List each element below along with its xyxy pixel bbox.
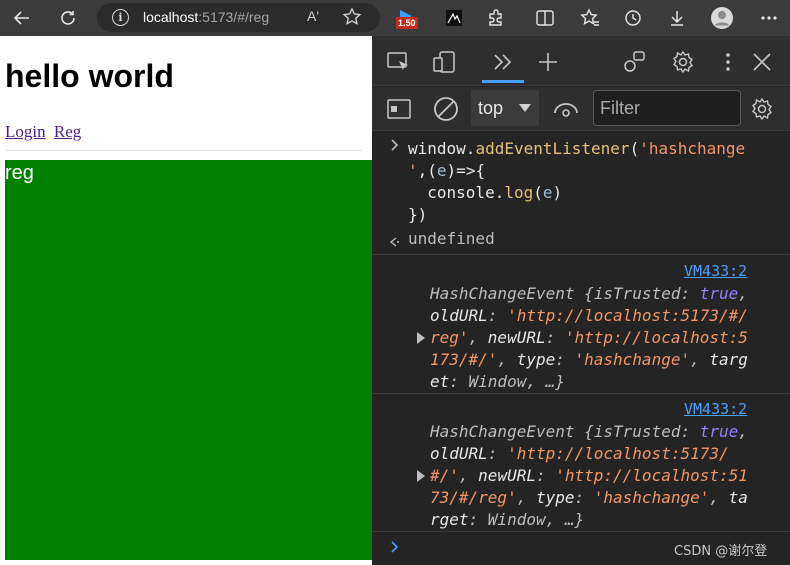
- expand-triangle-icon[interactable]: [417, 332, 425, 344]
- event-1-line-4: 173/#/', type: 'hashchange', targ: [430, 350, 748, 369]
- event-1-line-3[interactable]: reg', newURL: 'http://localhost:5: [430, 327, 748, 349]
- console-separator: [372, 254, 790, 255]
- filter-input[interactable]: [593, 90, 741, 126]
- command-line-1: window.addEventListener('hashchange: [408, 139, 746, 158]
- refresh-icon[interactable]: [54, 4, 82, 32]
- add-tab-icon[interactable]: [535, 49, 561, 75]
- event-1-line-2: oldURL: 'http://localhost:5173/#/: [430, 306, 748, 325]
- event-2-line-3[interactable]: #/', newURL: 'http://localhost:51: [430, 465, 748, 487]
- device-toolbar-icon[interactable]: [432, 49, 458, 75]
- source-link-vm433-2[interactable]: VM433:2: [684, 400, 747, 418]
- source-link-vm433-1[interactable]: VM433:2: [684, 262, 747, 280]
- profile-avatar-icon[interactable]: [708, 4, 736, 32]
- console-filter-bar: top: [372, 87, 790, 131]
- extension-icon-2[interactable]: [440, 4, 468, 32]
- login-link[interactable]: Login: [5, 122, 46, 141]
- event-2-line-5: rget: Window, …}: [430, 510, 585, 529]
- command-line-2: ',(e)=>{: [408, 161, 486, 180]
- customize-icon[interactable]: [621, 49, 647, 75]
- browser-toolbar: i localhost:5173/#/reg Aʹ 1.50: [0, 0, 790, 36]
- devtools-more-icon[interactable]: [718, 49, 738, 75]
- console-settings-gear-icon[interactable]: [748, 95, 776, 123]
- command-prompt-icon: [390, 137, 400, 156]
- downloads-icon[interactable]: [663, 4, 691, 32]
- tab-console-chevrons-icon[interactable]: [490, 49, 516, 75]
- clear-console-icon[interactable]: [432, 95, 460, 123]
- page-content: hello world Login Reg reg: [0, 36, 372, 565]
- chevron-down-icon: [519, 104, 531, 112]
- more-menu-icon[interactable]: [755, 4, 783, 32]
- event-1-line-1: HashChangeEvent {isTrusted: true,: [430, 284, 748, 303]
- info-icon[interactable]: i: [112, 9, 129, 26]
- sidebar-toggle-icon[interactable]: [386, 96, 412, 122]
- console-input-prompt-icon[interactable]: [390, 539, 400, 558]
- extension-badge: 1.50: [396, 17, 418, 29]
- reg-link[interactable]: Reg: [54, 122, 81, 141]
- live-expression-eye-icon[interactable]: [552, 95, 580, 123]
- close-devtools-icon[interactable]: [749, 49, 775, 75]
- result-arrow-icon: [388, 233, 400, 252]
- favorites-icon[interactable]: [576, 4, 604, 32]
- split-screen-icon[interactable]: [531, 4, 559, 32]
- inspect-element-icon[interactable]: [386, 49, 412, 75]
- console-separator: [372, 531, 790, 532]
- expand-triangle-icon[interactable]: [417, 470, 425, 482]
- read-aloud-icon[interactable]: Aʹ: [307, 8, 319, 24]
- nav-links: Login Reg: [5, 122, 85, 142]
- command-line-4: }): [408, 205, 428, 224]
- extensions-icon[interactable]: [482, 4, 510, 32]
- event-2-line-2: oldURL: 'http://localhost:5173/: [430, 444, 729, 463]
- address-bar[interactable]: i localhost:5173/#/reg Aʹ: [97, 3, 380, 32]
- active-tab-indicator: [482, 80, 524, 83]
- result-value: undefined: [408, 229, 495, 248]
- command-line-3: console.log(e): [408, 183, 563, 202]
- devtools-tabbar: [372, 36, 790, 86]
- event-2-line-4: 73/#/reg', type: 'hashchange', ta: [430, 488, 748, 507]
- settings-gear-icon[interactable]: [669, 48, 697, 76]
- divider: [5, 150, 362, 151]
- page-heading: hello world: [5, 58, 174, 94]
- router-view-reg: reg: [5, 160, 372, 560]
- devtools-panel: top window.addEventListener('hashchange …: [372, 36, 790, 565]
- address-url[interactable]: localhost:5173/#/reg: [143, 9, 269, 25]
- console-separator: [372, 393, 790, 394]
- event-1-line-5: et: Window, …}: [430, 372, 565, 391]
- watermark: CSDN @谢尔登: [674, 544, 768, 559]
- context-selector-label: top: [478, 98, 504, 118]
- console-output[interactable]: window.addEventListener('hashchange ',(e…: [372, 131, 790, 565]
- context-selector[interactable]: top: [471, 90, 539, 126]
- back-icon[interactable]: [8, 4, 36, 32]
- favorite-star-icon[interactable]: [342, 7, 362, 32]
- history-icon[interactable]: [619, 4, 647, 32]
- router-view-text: reg: [5, 162, 34, 184]
- event-2-line-1: HashChangeEvent {isTrusted: true,: [430, 422, 748, 441]
